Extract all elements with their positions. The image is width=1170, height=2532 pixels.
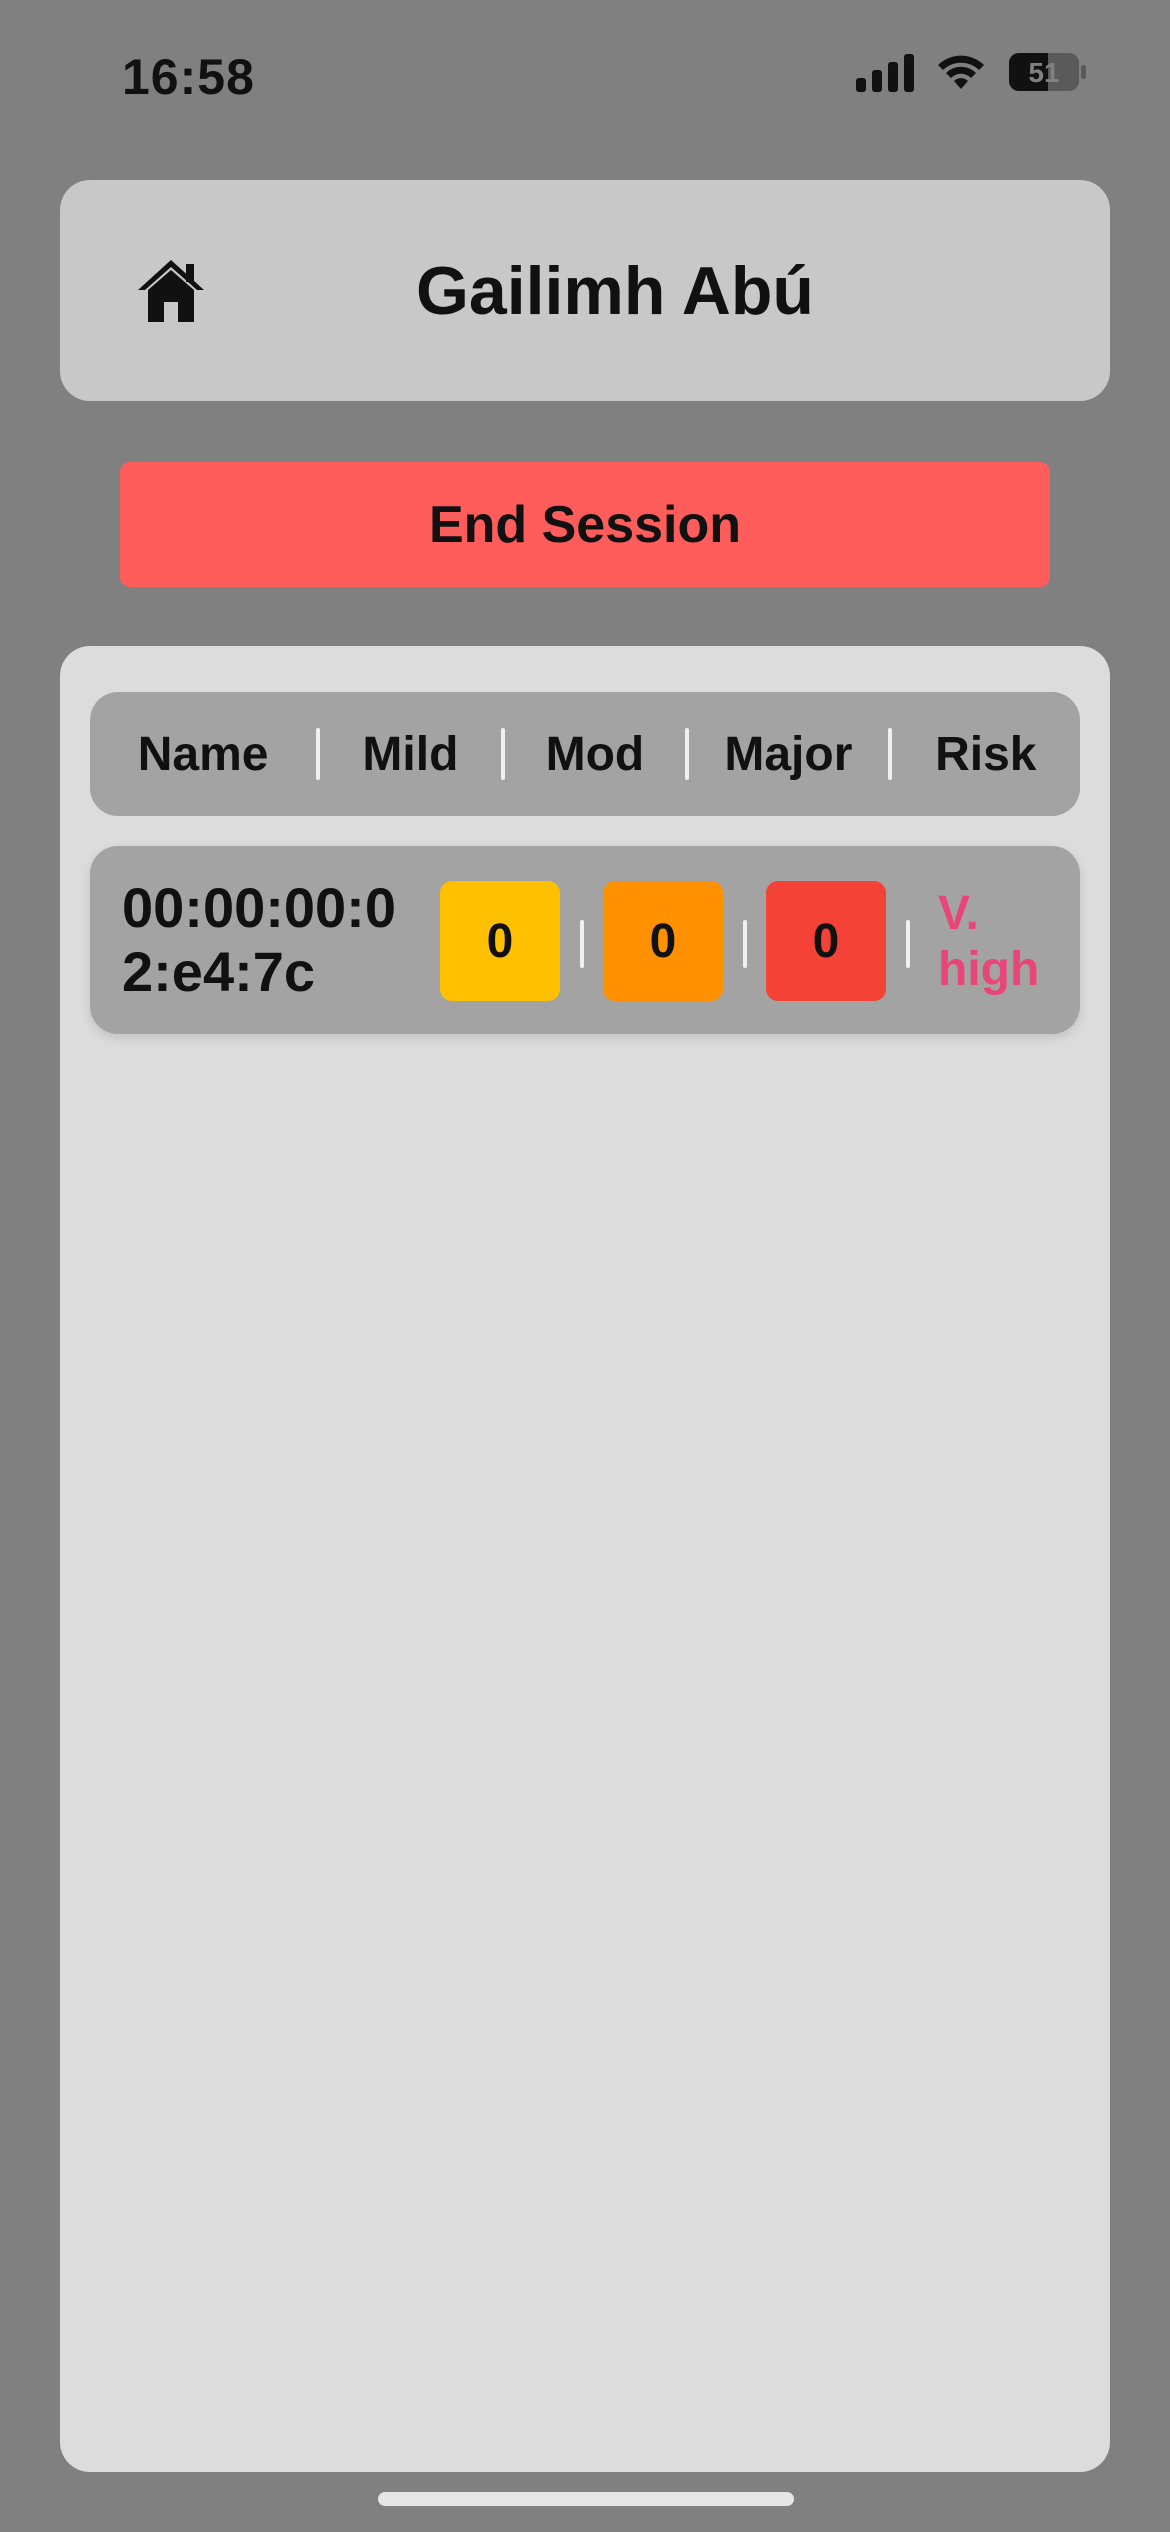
device-name: 00:00:00:02:e4:7c	[122, 876, 396, 1003]
row-divider	[743, 920, 747, 968]
results-panel: Name Mild Mod Major Risk 00:00:00:02:e4:…	[60, 646, 1110, 2472]
battery-icon: 51	[1008, 52, 1088, 92]
mild-count-badge: 0	[440, 881, 560, 1001]
column-header-major: Major	[724, 727, 853, 781]
table-header: Name Mild Mod Major Risk	[90, 692, 1080, 816]
end-session-button[interactable]: End Session	[120, 462, 1050, 587]
column-header-risk: Risk	[935, 727, 1037, 781]
status-icons: 51	[856, 52, 1088, 92]
home-indicator[interactable]	[378, 2492, 794, 2506]
status-time: 16:58	[122, 49, 255, 105]
page-title: Gailimh Abú	[416, 252, 814, 329]
mod-count-badge: 0	[603, 881, 723, 1001]
major-count-badge: 0	[766, 881, 886, 1001]
wifi-icon	[936, 53, 986, 91]
column-header-name: Name	[137, 727, 269, 781]
column-header-mild: Mild	[362, 727, 459, 781]
screen: 16:58 51 Gailimh Abú End Session Name Mi…	[0, 0, 1170, 2532]
home-icon[interactable]	[136, 256, 206, 326]
signal-icon	[856, 52, 914, 92]
header-card: Gailimh Abú	[60, 180, 1110, 401]
table-row[interactable]: 00:00:00:02:e4:7c 0 0 0 V. high	[90, 846, 1080, 1034]
row-divider	[906, 920, 910, 968]
risk-level: V. high	[938, 887, 1040, 996]
column-header-mod: Mod	[545, 727, 645, 781]
battery-level: 51	[1028, 57, 1059, 88]
row-divider	[580, 920, 584, 968]
